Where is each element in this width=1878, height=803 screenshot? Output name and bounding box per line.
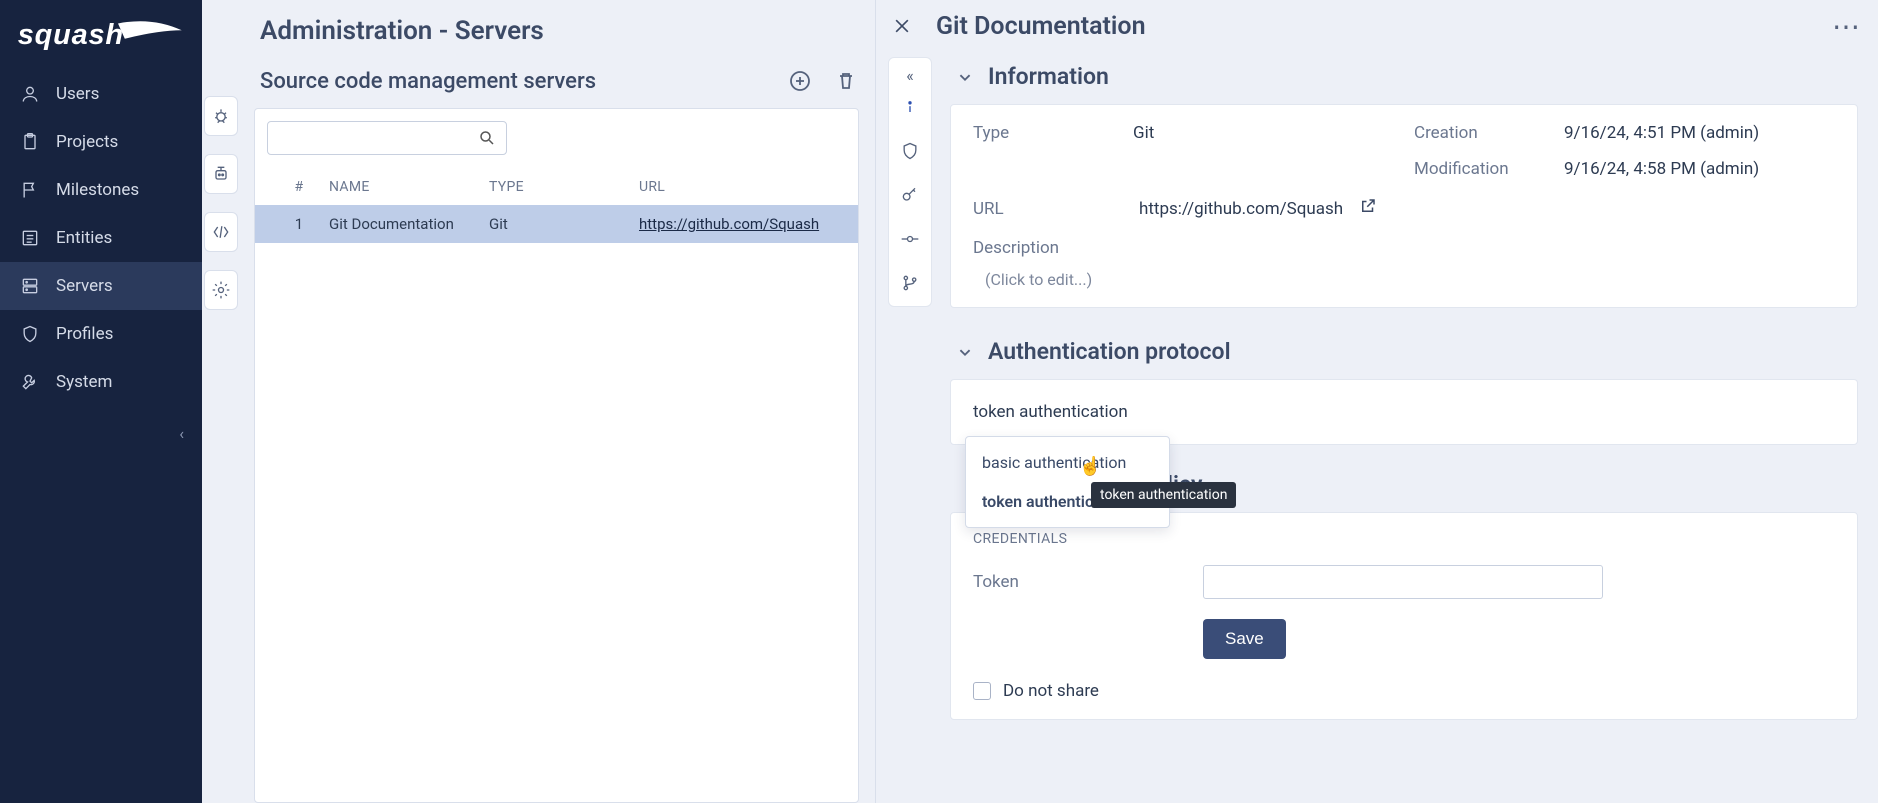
nav-milestones[interactable]: Milestones bbox=[0, 166, 202, 214]
col-url: URL bbox=[639, 179, 844, 195]
nav-entities[interactable]: Entities bbox=[0, 214, 202, 262]
nav-users-label: Users bbox=[56, 84, 99, 104]
chevron-down-icon bbox=[954, 341, 976, 363]
info-section-head[interactable]: Information bbox=[954, 63, 1858, 90]
info-card: Type Git Creation 9/16/24, 4:51 PM (admi… bbox=[950, 104, 1858, 308]
url-label: URL bbox=[973, 199, 1123, 219]
auth-title: Authentication protocol bbox=[988, 338, 1231, 365]
rail-automation[interactable] bbox=[204, 154, 238, 194]
anchor-commit[interactable] bbox=[899, 228, 921, 250]
cell-num: 1 bbox=[269, 215, 329, 233]
wrench-icon bbox=[20, 372, 40, 392]
auth-tooltip: token authentication bbox=[1091, 482, 1236, 508]
delete-server-button[interactable] bbox=[833, 68, 859, 94]
sidebar: squash Users Projects Milestones Entitie… bbox=[0, 0, 202, 803]
anchor-rail: « bbox=[888, 57, 932, 307]
auth-card: token authentication basic authenticatio… bbox=[950, 379, 1858, 445]
anchor-key[interactable] bbox=[899, 184, 921, 206]
token-input[interactable] bbox=[1203, 565, 1603, 599]
page-title: Administration - Servers bbox=[260, 16, 859, 46]
sidebar-collapse[interactable]: ‹ bbox=[0, 418, 202, 449]
close-detail-button[interactable] bbox=[892, 16, 914, 38]
nav-system[interactable]: System bbox=[0, 358, 202, 406]
nav-users[interactable]: Users bbox=[0, 70, 202, 118]
chevron-down-icon bbox=[954, 66, 976, 88]
server-type-rail bbox=[202, 0, 240, 803]
server-table: # NAME TYPE URL 1 Git Documentation Git … bbox=[254, 108, 859, 803]
info-title: Information bbox=[988, 63, 1109, 90]
cell-url[interactable]: https://github.com/Squash bbox=[639, 215, 844, 233]
logo: squash bbox=[0, 0, 202, 70]
anchor-info[interactable] bbox=[899, 96, 921, 118]
token-label: Token bbox=[973, 572, 1173, 592]
shield-icon bbox=[20, 324, 40, 344]
add-server-button[interactable] bbox=[787, 68, 813, 94]
nav-entities-label: Entities bbox=[56, 228, 112, 248]
detail-header: Git Documentation ⋯ bbox=[876, 0, 1878, 51]
dont-share-checkbox[interactable] bbox=[973, 682, 991, 700]
dont-share-label: Do not share bbox=[1003, 681, 1099, 701]
nav-system-label: System bbox=[56, 372, 112, 392]
user-icon bbox=[20, 84, 40, 104]
anchor-branch[interactable] bbox=[899, 272, 921, 294]
url-value[interactable]: https://github.com/Squash bbox=[1139, 199, 1343, 219]
nav-servers[interactable]: Servers bbox=[0, 262, 202, 310]
clipboard-icon bbox=[20, 132, 40, 152]
col-name: NAME bbox=[329, 179, 489, 195]
nav-projects-label: Projects bbox=[56, 132, 118, 152]
list-title: Source code management servers bbox=[260, 69, 596, 94]
search-input[interactable] bbox=[267, 121, 507, 155]
modification-value: 9/16/24, 4:58 PM (admin) bbox=[1564, 159, 1835, 179]
type-value: Git bbox=[1133, 123, 1404, 143]
nav-servers-label: Servers bbox=[56, 276, 113, 296]
auth-option-basic[interactable]: basic authentication bbox=[966, 443, 1169, 482]
nav-profiles-label: Profiles bbox=[56, 324, 113, 344]
rail-collapse[interactable]: « bbox=[889, 66, 931, 85]
search-icon bbox=[478, 129, 496, 147]
detail-sections: Information Type Git Creation 9/16/24, 4… bbox=[942, 51, 1878, 803]
description-placeholder[interactable]: (Click to edit...) bbox=[985, 270, 1835, 289]
svg-text:squash: squash bbox=[18, 19, 124, 51]
rail-bugtracker[interactable] bbox=[204, 96, 238, 136]
detail-panel: Git Documentation ⋯ « Information Type G… bbox=[875, 0, 1878, 803]
credentials-label: CREDENTIALS bbox=[973, 531, 1835, 547]
nav-profiles[interactable]: Profiles bbox=[0, 310, 202, 358]
nav-list: Users Projects Milestones Entities Serve… bbox=[0, 70, 202, 406]
policy-card: CREDENTIALS Token Save Do not share bbox=[950, 512, 1858, 720]
detail-more-button[interactable]: ⋯ bbox=[1832, 22, 1862, 32]
save-button[interactable]: Save bbox=[1203, 619, 1286, 659]
rail-scm[interactable] bbox=[204, 212, 238, 252]
cell-type: Git bbox=[489, 215, 639, 233]
server-icon bbox=[20, 276, 40, 296]
auth-selected-value[interactable]: token authentication bbox=[973, 398, 1835, 426]
description-label: Description bbox=[973, 238, 1835, 258]
table-head: # NAME TYPE URL bbox=[255, 169, 858, 205]
anchor-auth[interactable] bbox=[899, 140, 921, 162]
table-row[interactable]: 1 Git Documentation Git https://github.c… bbox=[255, 205, 858, 243]
nav-projects[interactable]: Projects bbox=[0, 118, 202, 166]
nav-milestones-label: Milestones bbox=[56, 180, 139, 200]
cell-name: Git Documentation bbox=[329, 215, 489, 233]
creation-value: 9/16/24, 4:51 PM (admin) bbox=[1564, 123, 1835, 143]
modification-label: Modification bbox=[1414, 159, 1554, 179]
list-header: Source code management servers bbox=[260, 68, 859, 94]
server-list-panel: Administration - Servers Source code man… bbox=[240, 0, 875, 803]
col-type: TYPE bbox=[489, 179, 639, 195]
rail-sync[interactable] bbox=[204, 270, 238, 310]
col-num: # bbox=[269, 179, 329, 195]
creation-label: Creation bbox=[1414, 123, 1554, 143]
list-icon bbox=[20, 228, 40, 248]
external-link-icon[interactable] bbox=[1359, 197, 1377, 220]
flag-icon bbox=[20, 180, 40, 200]
auth-section-head[interactable]: Authentication protocol bbox=[954, 338, 1858, 365]
detail-title: Git Documentation bbox=[936, 12, 1810, 41]
type-label: Type bbox=[973, 123, 1123, 143]
